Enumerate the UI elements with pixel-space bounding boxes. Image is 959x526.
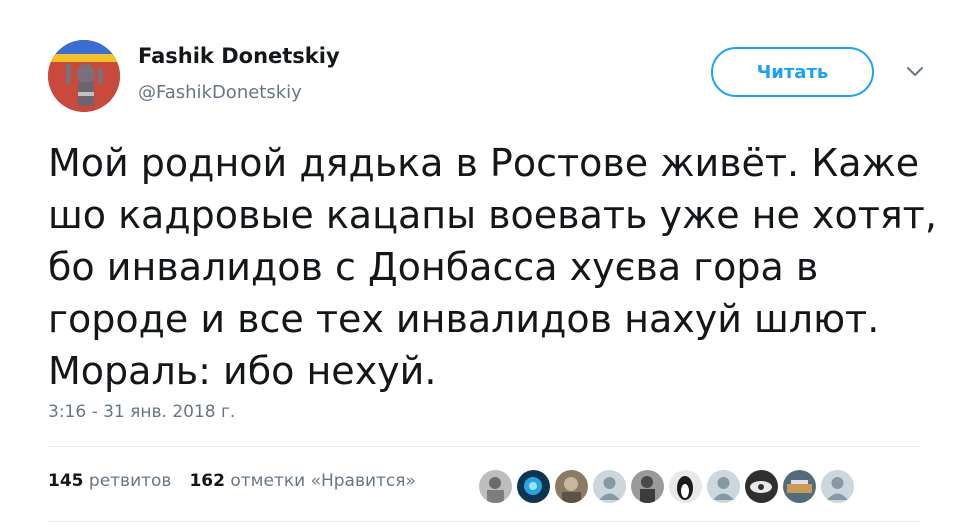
likes-label: отметки «Нравится» bbox=[230, 471, 416, 491]
retweets-label: ретвитов bbox=[88, 471, 172, 491]
liker-avatar[interactable] bbox=[479, 470, 512, 503]
tweet-text: Мой родной дядька в Ростове живёт. Каже … bbox=[48, 137, 948, 397]
liker-avatar[interactable] bbox=[783, 470, 816, 503]
liker-avatar[interactable] bbox=[669, 470, 702, 503]
liker-avatar[interactable] bbox=[517, 470, 550, 503]
tweet-card: Fashik Donetskiy @FashikDonetskiy Читать… bbox=[0, 0, 959, 526]
author-avatar[interactable] bbox=[48, 40, 120, 112]
tweet-timestamp[interactable]: 3:16 - 31 янв. 2018 г. bbox=[48, 402, 235, 422]
default-avatar-icon[interactable] bbox=[707, 470, 740, 503]
likes-stat[interactable]: 162 отметки «Нравится» bbox=[189, 471, 415, 491]
author-handle[interactable]: @FashikDonetskiy bbox=[138, 82, 302, 103]
retweets-count: 145 bbox=[48, 471, 84, 491]
follow-button[interactable]: Читать bbox=[711, 47, 874, 97]
retweets-stat[interactable]: 145 ретвитов bbox=[48, 471, 171, 491]
divider bbox=[48, 446, 920, 447]
author-name[interactable]: Fashik Donetskiy bbox=[138, 44, 340, 68]
author-avatar-image bbox=[48, 40, 120, 112]
liker-avatar[interactable] bbox=[631, 470, 664, 503]
liker-avatar[interactable] bbox=[555, 470, 588, 503]
tweet-text-line: городе и все тех инвалидов нахуй шлют. bbox=[48, 297, 880, 341]
tweet-text-line: бо инвалидов с Донбасса хуєва гора в bbox=[48, 245, 819, 289]
tweet-stats: 145 ретвитов 162 отметки «Нравится» bbox=[48, 471, 416, 491]
default-avatar-icon[interactable] bbox=[593, 470, 626, 503]
divider bbox=[48, 521, 920, 522]
tweet-text-line: шо кадровые кацапы воевать уже не хотят, bbox=[48, 193, 937, 237]
tweet-text-line: Мой родной дядька в Ростове живёт. Каже bbox=[48, 141, 920, 185]
likes-count: 162 bbox=[189, 471, 225, 491]
tweet-text-line: Мораль: ибо нехуй. bbox=[48, 349, 437, 393]
default-avatar-icon[interactable] bbox=[821, 470, 854, 503]
chevron-down-icon[interactable] bbox=[904, 62, 926, 82]
liker-avatars bbox=[479, 470, 854, 503]
liker-avatar[interactable] bbox=[745, 470, 778, 503]
